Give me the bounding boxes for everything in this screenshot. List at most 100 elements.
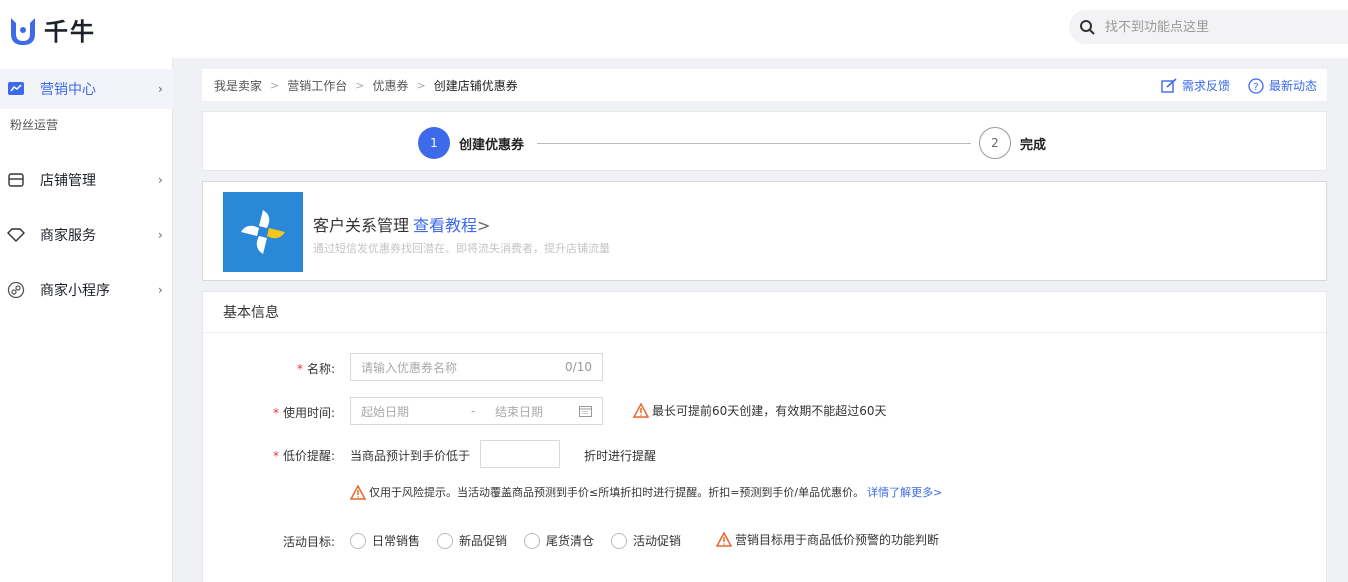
link-icon	[7, 281, 25, 299]
feedback-link[interactable]: 需求反馈	[1161, 77, 1230, 94]
step-1-circle: 1	[418, 127, 450, 159]
step-indicator: 1 创建优惠券 2 完成	[202, 111, 1327, 171]
price-warning-text: 仅用于风险提示。当活动覆盖商品预测到手价≤所填折扣时进行提醒。折扣=预测到手价/…	[369, 486, 865, 499]
search-box[interactable]	[1069, 10, 1348, 44]
breadcrumb-item[interactable]: 我是卖家	[214, 77, 262, 94]
date-range-picker[interactable]: 起始日期 - 结束日期	[350, 397, 603, 425]
promo-description: 通过短信发优惠券找回潜在、即将流失消费者，提升店铺流量	[313, 242, 610, 255]
price-warning: 仅用于风险提示。当活动覆盖商品预测到手价≤所填折扣时进行提醒。折扣=预测到手价/…	[350, 484, 942, 500]
news-label: 最新动态	[1268, 79, 1317, 93]
breadcrumb-separator: >	[355, 78, 365, 92]
goal-option-new[interactable]: 新品促销	[437, 532, 507, 549]
sidebar-item-store[interactable]: 店铺管理 ›	[0, 160, 173, 200]
chevron-right-icon: >	[477, 216, 491, 235]
required-mark: *	[272, 406, 279, 420]
store-icon	[8, 173, 24, 187]
sidebar-item-marketing[interactable]: 营销中心 ›	[0, 69, 173, 109]
radio-button[interactable]	[524, 532, 541, 549]
goal-label: 活动目标:	[282, 535, 335, 549]
radio-label: 新品促销	[459, 534, 508, 548]
radio-button[interactable]	[437, 532, 454, 549]
chevron-right-icon: ›	[158, 82, 163, 96]
goal-option-clearance[interactable]: 尾货清仓	[524, 532, 594, 549]
sidebar-item-label: 商家服务	[40, 228, 96, 244]
radio-label: 活动促销	[633, 534, 682, 548]
price-alert-suffix: 折时进行提醒	[584, 449, 657, 463]
price-alert-label-text: 低价提醒:	[282, 449, 335, 463]
breadcrumb-current: 创建店铺优惠券	[433, 78, 518, 93]
goal-radio-group: 日常销售 新品促销 尾货清仓 活动促销	[350, 532, 698, 549]
promo-title: 客户关系管理 查看教程>	[313, 212, 490, 236]
svg-text:?: ?	[1253, 82, 1258, 93]
end-date-input[interactable]: 结束日期	[495, 403, 579, 420]
search-icon	[1080, 20, 1095, 35]
warning-icon	[633, 403, 649, 418]
required-mark: *	[272, 449, 279, 463]
step-connector	[537, 143, 971, 144]
step-2-label: 完成	[1020, 138, 1047, 153]
price-alert-prefix: 当商品预计到手价低于	[350, 449, 471, 463]
sidebar-item-label: 店铺管理	[40, 173, 96, 189]
goal-warning-text: 营销目标用于商品低价预警的功能判断	[735, 533, 940, 547]
top-bar: 千牛	[0, 0, 1348, 58]
help-circle-icon: ?	[1248, 77, 1264, 94]
radio-button[interactable]	[611, 532, 628, 549]
search-input[interactable]	[1105, 19, 1325, 35]
feedback-label: 需求反馈	[1181, 79, 1230, 93]
name-label: * 名称:	[203, 360, 335, 377]
warning-icon	[716, 532, 732, 547]
breadcrumb-item[interactable]: 营销工作台	[287, 77, 347, 94]
breadcrumb-separator: >	[416, 78, 426, 92]
time-label: * 使用时间:	[203, 404, 335, 421]
goal-option-event[interactable]: 活动促销	[611, 532, 681, 549]
section-title: 基本信息	[203, 292, 1326, 333]
basic-info-form: 基本信息 * 名称: 请输入优惠券名称 0/10 * 使用时间: 起始日期 - 结束…	[202, 291, 1327, 582]
crm-promo-banner: 客户关系管理 查看教程> 通过短信发优惠券找回潜在、即将流失消费者，提升店铺流量	[202, 181, 1327, 281]
breadcrumb-item[interactable]: 优惠券	[372, 77, 408, 94]
diamond-icon	[7, 228, 25, 242]
time-warning-text: 最长可提前60天创建，有效期不能超过60天	[652, 404, 887, 418]
app-name: 千牛	[44, 18, 96, 46]
radio-label: 日常销售	[372, 534, 421, 548]
name-label-text: 名称:	[306, 362, 335, 376]
goal-warning: 营销目标用于商品低价预警的功能判断	[716, 531, 939, 548]
time-label-text: 使用时间:	[282, 406, 335, 420]
sidebar-item-merchant-service[interactable]: 商家服务 ›	[0, 215, 173, 255]
step-1-label: 创建优惠券	[459, 138, 525, 153]
radio-button[interactable]	[350, 532, 366, 549]
radio-label: 尾货清仓	[546, 534, 595, 548]
promo-title-text: 客户关系管理	[313, 216, 410, 235]
breadcrumb: 我是卖家 > 营销工作台 > 优惠券 > 创建店铺优惠券 需求反馈 ? 最新动态	[202, 69, 1327, 101]
qianniu-logo-icon	[11, 17, 35, 45]
required-mark: *	[296, 362, 303, 376]
time-warning: 最长可提前60天创建，有效期不能超过60天	[633, 402, 887, 419]
sidebar-item-label: 营销中心	[40, 82, 96, 98]
news-link[interactable]: ? 最新动态	[1248, 77, 1317, 94]
coupon-name-input[interactable]: 请输入优惠券名称	[361, 359, 457, 376]
warning-icon	[350, 484, 366, 500]
breadcrumb-actions: 需求反馈 ? 最新动态	[1161, 77, 1317, 94]
coupon-name-field[interactable]: 请输入优惠券名称 0/10	[350, 353, 603, 381]
calendar-icon[interactable]	[579, 405, 592, 417]
chevron-right-icon: ›	[158, 283, 163, 297]
edit-icon	[1161, 78, 1177, 93]
sidebar-sub-item-fans[interactable]: 粉丝运营	[10, 116, 58, 133]
sidebar-item-mini-program[interactable]: 商家小程序 ›	[0, 270, 173, 310]
start-date-input[interactable]: 起始日期	[361, 403, 471, 420]
goal-option-daily[interactable]: 日常销售	[350, 532, 420, 549]
sidebar: 营销中心 › 粉丝运营 店铺管理 › 商家服务 › 商家小程序 ›	[0, 58, 173, 582]
chevron-right-icon: ›	[158, 228, 163, 242]
chart-icon	[8, 82, 24, 95]
chevron-right-icon: ›	[158, 173, 163, 187]
char-counter: 0/10	[565, 360, 592, 374]
tutorial-link[interactable]: 查看教程	[413, 216, 477, 235]
sidebar-item-label: 商家小程序	[40, 283, 110, 299]
crm-logo-icon	[223, 192, 303, 272]
date-separator: -	[471, 404, 476, 418]
step-2-circle: 2	[979, 127, 1011, 159]
breadcrumb-separator: >	[270, 78, 280, 92]
learn-more-link[interactable]: 详情了解更多>	[867, 484, 942, 500]
logo[interactable]: 千牛	[8, 12, 96, 47]
discount-input[interactable]	[480, 440, 560, 468]
price-alert-label: * 低价提醒:	[203, 447, 335, 464]
